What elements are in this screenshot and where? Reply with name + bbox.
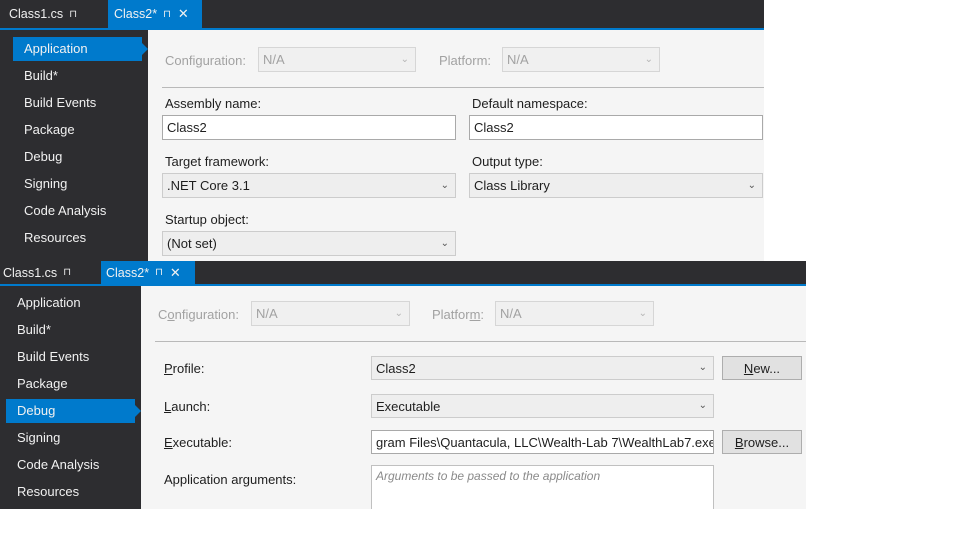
content-area: Configuration: N/A ⌄ Platform: N/A ⌄ Assem… (148, 30, 764, 262)
close-icon[interactable]: ✕ (170, 265, 181, 281)
profile-combo[interactable]: Class2 ⌄ (371, 356, 714, 380)
profile-label: Profile: (164, 361, 205, 376)
tab-class1[interactable]: Class1.cs ⊓ (0, 261, 101, 284)
pin-icon[interactable]: ⊓ (155, 267, 163, 278)
default-namespace-label: Default namespace: (472, 96, 588, 111)
sidebar-item-resources[interactable]: Resources (6, 480, 135, 504)
sidebar-item-code-analysis[interactable]: Code Analysis (6, 453, 135, 477)
chevron-down-icon: ⌄ (394, 307, 403, 319)
application-arguments-label: Application arguments: (164, 472, 297, 487)
tab-class2[interactable]: Class2* ⊓ ✕ (101, 261, 195, 284)
sidebar-item-build-events[interactable]: Build Events (13, 91, 142, 115)
chevron-down-icon: ⌄ (747, 179, 756, 191)
platform-label: Platform: (439, 53, 492, 68)
project-properties-application: Class1.cs ⊓ Class2* ⊓ ✕ Application Buil… (0, 0, 764, 262)
application-arguments-input[interactable]: Arguments to be passed to the applicatio… (371, 465, 714, 509)
output-type-label: Output type: (472, 154, 543, 169)
document-tab-bar: Class1.cs ⊓ Class2* ⊓ ✕ (0, 0, 764, 28)
sidebar-item-debug[interactable]: Debug (6, 399, 141, 423)
chevron-down-icon: ⌄ (440, 237, 449, 249)
sidebar-item-package[interactable]: Package (13, 118, 142, 142)
sidebar-item-signing[interactable]: Signing (6, 426, 135, 450)
tab-class2[interactable]: Class2* ⊓ ✕ (108, 0, 202, 28)
new-profile-button[interactable]: New... (722, 356, 802, 380)
tab-class1[interactable]: Class1.cs ⊓ (0, 0, 108, 28)
configuration-label: Configuration: (158, 307, 239, 322)
sidebar-item-application[interactable]: Application (13, 37, 148, 61)
platform-combo: N/A ⌄ (502, 47, 660, 72)
target-framework-combo[interactable]: .NET Core 3.1 ⌄ (162, 173, 456, 198)
pin-icon[interactable]: ⊓ (63, 267, 71, 278)
sidebar-item-signing[interactable]: Signing (13, 172, 142, 196)
sidebar-item-debug[interactable]: Debug (13, 145, 142, 169)
platform-label: Platform: (432, 307, 485, 322)
divider (155, 341, 806, 342)
executable-path-input[interactable]: gram Files\Quantacula, LLC\Wealth-Lab 7\… (371, 430, 714, 454)
configuration-label: Configuration: (165, 53, 246, 68)
sidebar-item-build-events[interactable]: Build Events (6, 345, 135, 369)
chevron-down-icon: ⌄ (638, 307, 647, 319)
sidebar-item-resources[interactable]: Resources (13, 226, 142, 250)
target-framework-label: Target framework: (165, 154, 270, 169)
sidebar-item-application[interactable]: Application (6, 291, 135, 315)
chevron-down-icon: ⌄ (698, 399, 707, 411)
chevron-down-icon: ⌄ (440, 179, 449, 191)
pin-icon[interactable]: ⊓ (69, 9, 77, 20)
chevron-down-icon: ⌄ (400, 53, 409, 65)
divider (162, 87, 764, 88)
content-area: Configuration: N/A ⌄ Platform: N/A ⌄ Profi… (141, 286, 806, 509)
chevron-down-icon: ⌄ (698, 361, 707, 373)
startup-object-combo[interactable]: (Not set) ⌄ (162, 231, 456, 256)
project-properties-debug: Class1.cs ⊓ Class2* ⊓ ✕ Application Buil… (0, 261, 806, 509)
sidebar-item-build[interactable]: Build* (13, 64, 142, 88)
pin-icon[interactable]: ⊓ (163, 9, 171, 20)
configuration-combo: N/A ⌄ (258, 47, 416, 72)
startup-object-label: Startup object: (165, 212, 249, 227)
configuration-combo: N/A ⌄ (251, 301, 410, 326)
assembly-name-label: Assembly name: (165, 96, 262, 111)
platform-combo: N/A ⌄ (495, 301, 654, 326)
sidebar: Application Build* Build Events Package … (0, 30, 148, 262)
launch-combo[interactable]: Executable ⌄ (371, 394, 714, 418)
assembly-name-input[interactable]: Class2 (162, 115, 456, 140)
sidebar-item-package[interactable]: Package (6, 372, 135, 396)
sidebar-item-build[interactable]: Build* (6, 318, 135, 342)
sidebar-item-code-analysis[interactable]: Code Analysis (13, 199, 142, 223)
default-namespace-input[interactable]: Class2 (469, 115, 763, 140)
sidebar: Application Build* Build Events Package … (0, 286, 141, 509)
document-tab-bar: Class1.cs ⊓ Class2* ⊓ ✕ (0, 261, 806, 284)
output-type-combo[interactable]: Class Library ⌄ (469, 173, 763, 198)
executable-label: Executable: (164, 435, 232, 450)
launch-label: Launch: (164, 399, 211, 414)
chevron-down-icon: ⌄ (644, 53, 653, 65)
close-icon[interactable]: ✕ (178, 6, 189, 22)
browse-button[interactable]: Browse... (722, 430, 802, 454)
